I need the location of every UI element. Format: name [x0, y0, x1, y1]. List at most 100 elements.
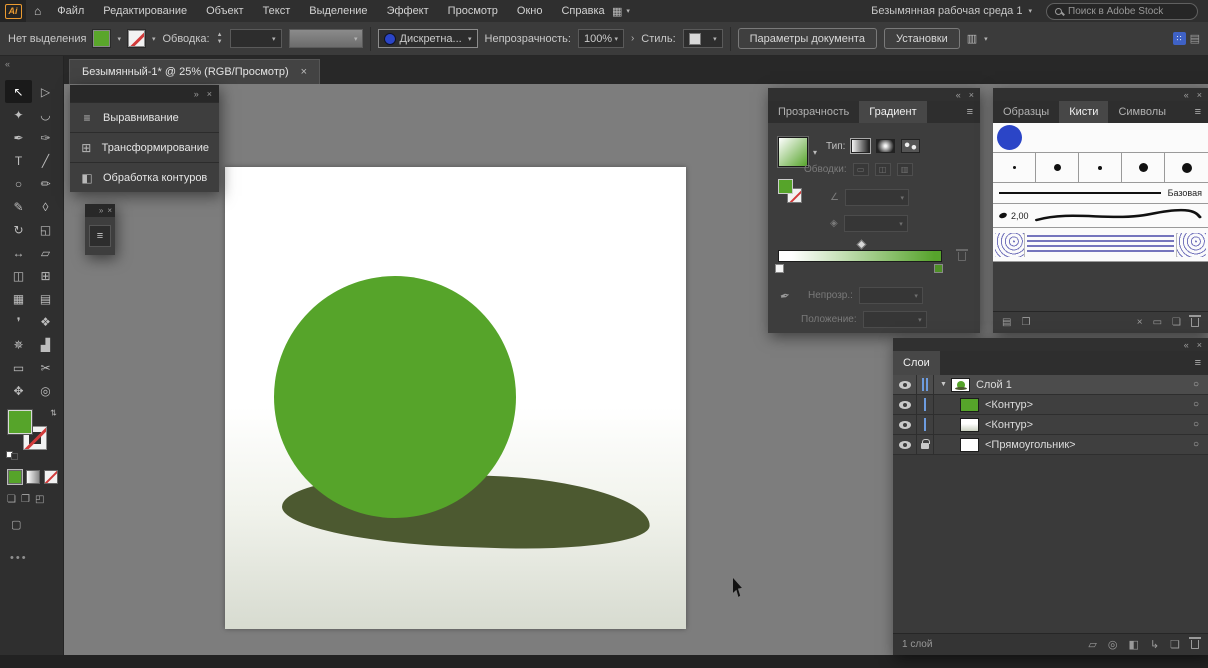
stroke-across-icon[interactable]: ▥: [897, 163, 913, 176]
tab-swatches[interactable]: Образцы: [993, 101, 1059, 123]
gradient-stop-start[interactable]: [775, 264, 784, 273]
layer-row[interactable]: <Контур> ○: [893, 395, 1208, 415]
new-layer-icon[interactable]: ❏: [1170, 638, 1180, 651]
gradient-midpoint[interactable]: [857, 240, 867, 250]
layer-name[interactable]: <Контур>: [985, 419, 1033, 431]
artboard-tool[interactable]: ▭: [5, 356, 32, 379]
curvature-tool[interactable]: ✑: [32, 126, 59, 149]
brush-options-icon[interactable]: ▭: [1153, 317, 1162, 328]
menu-item-4[interactable]: Текст: [263, 5, 291, 17]
stroke-within-icon[interactable]: ▭: [853, 163, 869, 176]
layer-thumbnail[interactable]: [960, 418, 979, 432]
panel-menu-icon[interactable]: ≡: [1195, 106, 1208, 118]
gradient-slider[interactable]: [778, 250, 942, 262]
column-graph-tool[interactable]: ▟: [32, 333, 59, 356]
tab-gradient[interactable]: Градиент: [859, 101, 926, 123]
collapse-panel-icon[interactable]: «: [956, 90, 961, 100]
layer-row[interactable]: <Прямоугольник> ○: [893, 435, 1208, 455]
expand-panel-icon[interactable]: »: [99, 206, 103, 215]
menu-item-6[interactable]: Эффект: [387, 5, 429, 17]
collapse-panel-icon[interactable]: «: [1184, 90, 1189, 100]
style-select[interactable]: ▾: [683, 29, 723, 48]
width-tool[interactable]: ↔: [5, 241, 32, 264]
variable-width-profile-select[interactable]: ▾: [289, 29, 363, 48]
home-icon[interactable]: ⌂: [34, 4, 41, 18]
calligraphic-brush-3[interactable]: [1079, 153, 1122, 182]
gradient-fill-swatch[interactable]: [778, 179, 793, 194]
pathfinder-panel-item[interactable]: ◧ Обработка контуров: [70, 162, 219, 192]
delete-layer-icon[interactable]: [1191, 640, 1199, 649]
libraries-dock-icon[interactable]: ∷: [1173, 32, 1186, 45]
opacity-input[interactable]: 100% ▾: [578, 29, 624, 48]
close-icon[interactable]: ×: [969, 90, 974, 100]
layer-name[interactable]: <Контур>: [985, 399, 1033, 411]
aspect-ratio-select[interactable]: ▾: [844, 215, 908, 232]
ellipse-tool[interactable]: ○: [5, 172, 32, 195]
draw-normal-icon[interactable]: ❏: [7, 494, 16, 505]
isolate-selection-icon[interactable]: ▥: [967, 32, 977, 45]
gradient-button[interactable]: [26, 470, 40, 484]
radial-gradient-button[interactable]: [876, 139, 895, 153]
angle-select[interactable]: ▾: [845, 189, 909, 206]
layer-row[interactable]: ▼ Слой 1 ○: [893, 375, 1208, 395]
line-segment-tool[interactable]: ╱: [32, 149, 59, 172]
color-button[interactable]: [8, 470, 22, 484]
expand-triangle-icon[interactable]: ▼: [940, 381, 947, 388]
panel-dock-icon[interactable]: ▤: [1190, 32, 1200, 45]
tab-symbols[interactable]: Символы: [1108, 101, 1176, 123]
illustrator-logo[interactable]: Ai: [0, 0, 26, 22]
freeform-gradient-button[interactable]: [901, 139, 920, 153]
tab-transparency[interactable]: Прозрачность: [768, 101, 859, 123]
menu-item-3[interactable]: Объект: [206, 5, 243, 17]
arrange-documents-control[interactable]: ▦ ▾: [612, 0, 630, 22]
calligraphic-brush-item[interactable]: 2,00: [993, 204, 1208, 228]
fill-color-swatch[interactable]: [93, 30, 110, 47]
blend-tool[interactable]: ❖: [32, 310, 59, 333]
edit-toolbar-icon[interactable]: •••: [10, 552, 28, 564]
tab-brushes[interactable]: Кисти: [1059, 101, 1108, 123]
artboard[interactable]: [225, 167, 686, 629]
visibility-toggle[interactable]: [893, 435, 917, 454]
basic-brush-item[interactable]: Базовая: [993, 183, 1208, 204]
paintbrush-tool[interactable]: ✏: [32, 172, 59, 195]
layer-row[interactable]: <Контур> ○: [893, 415, 1208, 435]
collapsed-panel-icon[interactable]: ≡: [89, 225, 111, 247]
menu-item-2[interactable]: Редактирование: [103, 5, 187, 17]
target-circle-icon[interactable]: ○: [1193, 439, 1199, 450]
transform-panel-item[interactable]: ⊞ Трансформирование: [70, 132, 219, 162]
layer-edit-column[interactable]: [917, 415, 934, 434]
stroke-weight-stepper[interactable]: ▲▼: [217, 32, 223, 45]
calligraphic-brush-4[interactable]: [1122, 153, 1165, 182]
chevron-right-icon[interactable]: ›: [631, 33, 634, 44]
collapse-panel-icon[interactable]: «: [1184, 340, 1189, 350]
direct-selection-tool[interactable]: ▷: [32, 80, 59, 103]
document-tab[interactable]: Безымянный-1* @ 25% (RGB/Просмотр) ×: [69, 59, 320, 84]
menu-item-8[interactable]: Окно: [517, 5, 543, 17]
panel-menu-icon[interactable]: ≡: [1195, 357, 1208, 369]
remove-brush-stroke-icon[interactable]: ×: [1137, 317, 1143, 328]
draw-inside-icon[interactable]: ◰: [35, 494, 44, 505]
libraries-panel-icon[interactable]: ❐: [1021, 317, 1030, 328]
document-setup-button[interactable]: Параметры документа: [738, 28, 877, 49]
menu-item-9[interactable]: Справка: [561, 5, 604, 17]
brush-libraries-icon[interactable]: ▤: [1002, 317, 1011, 328]
scatter-brush-item[interactable]: [993, 123, 1208, 153]
fill-indicator[interactable]: [8, 410, 32, 434]
mesh-tool[interactable]: ▦: [5, 287, 32, 310]
default-fill-stroke-icon[interactable]: [6, 451, 18, 460]
shape-builder-tool[interactable]: ◫: [5, 264, 32, 287]
preferences-button[interactable]: Установки: [884, 28, 960, 49]
perspective-grid-tool[interactable]: ⊞: [32, 264, 59, 287]
gradient-stop-end[interactable]: [934, 264, 943, 273]
layer-thumbnail[interactable]: [960, 398, 979, 412]
delete-brush-icon[interactable]: [1191, 318, 1199, 327]
stock-search-input[interactable]: Поиск в Adobe Stock: [1046, 3, 1198, 20]
chevron-down-icon[interactable]: ▾: [984, 35, 988, 43]
pen-tool[interactable]: ✒: [5, 126, 32, 149]
menu-item-5[interactable]: Выделение: [309, 5, 367, 17]
swap-fill-stroke-icon[interactable]: ⇄: [49, 409, 58, 416]
lasso-tool[interactable]: ◡: [32, 103, 59, 126]
close-icon[interactable]: ×: [107, 206, 112, 215]
workspace-switcher[interactable]: Безымянная рабочая среда 1 ▾: [871, 5, 1032, 17]
gradient-tool[interactable]: ▤: [32, 287, 59, 310]
